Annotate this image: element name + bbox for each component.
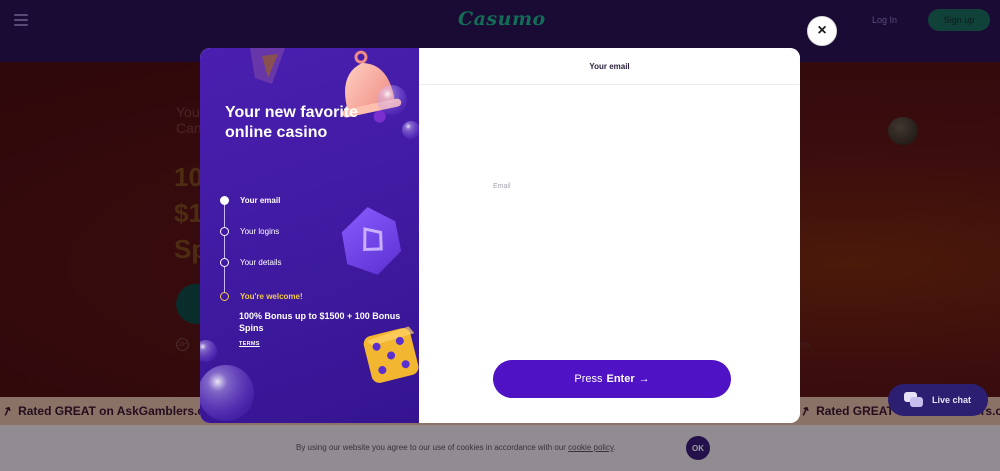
email-label: Email (493, 183, 511, 190)
email-field[interactable] (493, 196, 733, 216)
close-icon: × (817, 22, 827, 39)
step-label: Your details (240, 258, 282, 267)
registration-side-panel: Your new favorite online casino Your ema… (200, 48, 419, 423)
step-dot-final (220, 292, 229, 301)
step-email: Your email (220, 196, 405, 205)
step-details: Your details (220, 258, 405, 267)
dice-icon (363, 326, 419, 383)
chat-bubble-icon (904, 392, 923, 407)
step-logins: Your logins (220, 227, 405, 236)
step-welcome: You're welcome! (220, 292, 405, 301)
stepper-line (224, 204, 225, 298)
modal-headline: Your new favorite online casino (225, 104, 359, 141)
form-step-title: Your email (419, 48, 800, 85)
press-enter-button[interactable]: Press Enter → (493, 360, 731, 398)
step-dot (220, 227, 229, 236)
registration-modal: Your new favorite online casino Your ema… (200, 48, 800, 423)
email-form-panel: Your email Email Press Enter → (419, 48, 800, 423)
terms-link[interactable]: TERMS (239, 341, 260, 347)
step-dot (220, 258, 229, 267)
gem-icon (341, 207, 402, 275)
step-label: Your email (240, 196, 281, 205)
arrow-right-icon: → (638, 373, 650, 385)
button-label-key: Enter (606, 373, 635, 385)
bonus-offer-text: 100% Bonus up to $1500 + 100 Bonus Spins (239, 311, 401, 333)
step-dot-active (220, 196, 229, 205)
live-chat-label: Live chat (932, 395, 972, 405)
step-label: You're welcome! (240, 292, 303, 301)
step-label: Your logins (240, 227, 280, 236)
live-chat-button[interactable]: Live chat (888, 384, 988, 416)
button-label-prefix: Press (574, 373, 603, 385)
close-modal-button[interactable]: × (807, 16, 837, 46)
